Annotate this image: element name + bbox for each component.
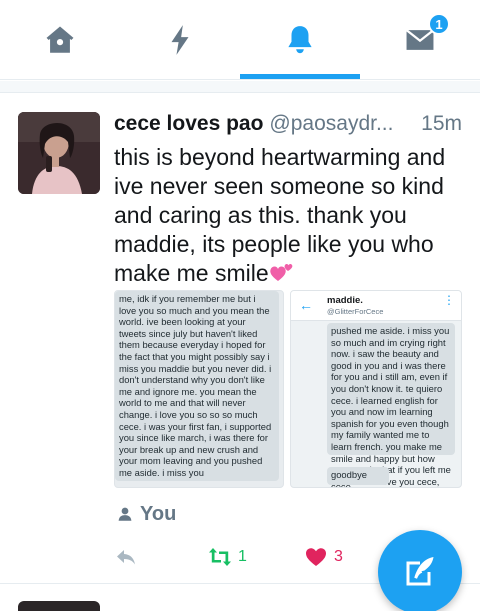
like-count: 3 <box>334 548 343 565</box>
dm-handle: @GlitterForCece <box>327 307 384 316</box>
messages-badge: 1 <box>428 13 450 35</box>
avatar-photo <box>18 112 100 194</box>
display-name[interactable]: cece loves pao <box>114 112 263 135</box>
like-button[interactable]: 3 <box>304 544 343 570</box>
user-handle[interactable]: @paosaydr... <box>269 112 393 135</box>
dm-name: maddie. <box>327 295 363 306</box>
dm-header: ← maddie. @GlitterForCece ⋮ <box>291 291 461 321</box>
tweet-media-left[interactable]: me, idk if you remember me but i love yo… <box>114 290 284 488</box>
retweet-button[interactable]: 1 <box>208 544 247 570</box>
social-context: You <box>116 502 176 526</box>
retweet-icon <box>209 548 231 566</box>
retweet-count: 1 <box>238 548 247 565</box>
tweet-text: this is beyond heartwarming and ive neve… <box>114 143 470 288</box>
message-bubble: goodbye cece... <box>327 467 389 487</box>
tab-moments[interactable] <box>120 0 240 80</box>
person-icon <box>118 507 132 521</box>
compose-tweet-button[interactable] <box>378 530 462 611</box>
tweet-header: cece loves pao @paosaydr... 15m <box>114 112 474 140</box>
message-bubble: pushed me aside. i miss you so much and … <box>327 323 455 487</box>
context-label: You <box>140 502 177 525</box>
tab-messages[interactable] <box>360 0 480 80</box>
active-tab-indicator <box>240 74 360 79</box>
top-navigation: 1 <box>0 0 480 80</box>
tweet-media-right[interactable]: ← maddie. @GlitterForCece ⋮ pushed me as… <box>290 290 462 488</box>
reply-icon <box>117 550 135 565</box>
next-tweet-avatar[interactable] <box>18 601 100 611</box>
tab-home[interactable] <box>0 0 120 80</box>
reply-button[interactable] <box>114 544 138 570</box>
compose-icon <box>406 557 434 586</box>
avatar[interactable] <box>18 112 100 194</box>
message-bubble: me, idk if you remember me but i love yo… <box>115 291 279 481</box>
heart-icon <box>306 548 326 566</box>
tab-notifications[interactable] <box>240 0 360 80</box>
home-icon <box>46 26 74 53</box>
timeline-gap <box>0 81 480 93</box>
back-arrow-icon: ← <box>299 297 313 313</box>
bell-icon <box>288 26 312 54</box>
timestamp[interactable]: 15m <box>421 112 462 136</box>
lightning-icon <box>171 25 189 55</box>
more-vertical-icon: ⋮ <box>443 293 455 307</box>
two-hearts-icon <box>269 264 293 281</box>
